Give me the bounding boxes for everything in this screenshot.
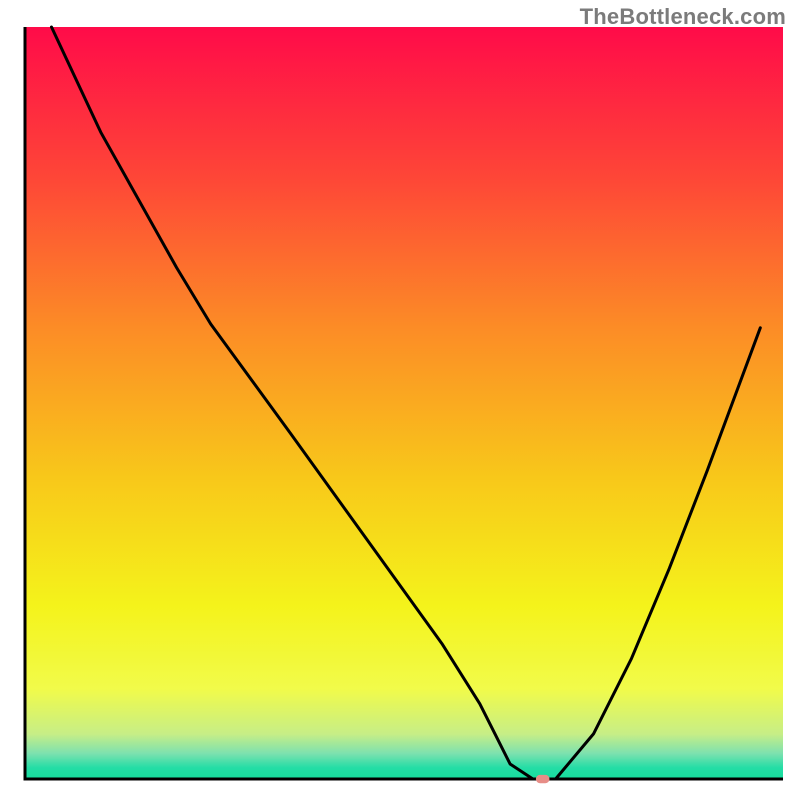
optimal-point [536, 775, 550, 783]
chart-svg [0, 0, 800, 800]
watermark-text: TheBottleneck.com [580, 4, 786, 30]
bottleneck-chart: TheBottleneck.com [0, 0, 800, 800]
gradient-background [25, 27, 783, 779]
